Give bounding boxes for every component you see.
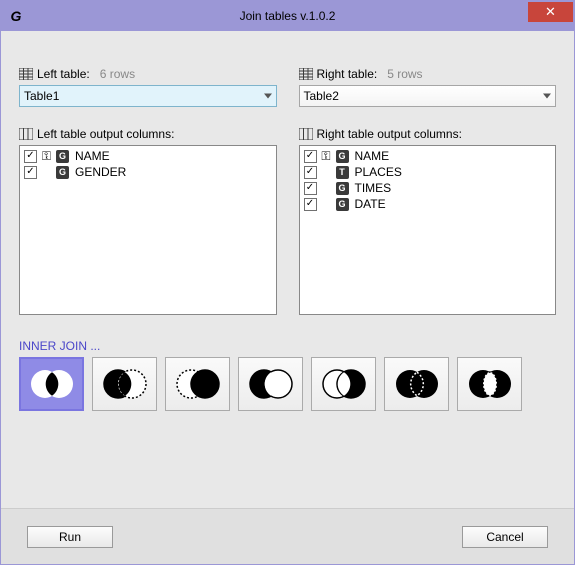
join-option-inner-join[interactable] <box>19 357 84 411</box>
column-name: PLACES <box>355 165 402 179</box>
column-name: TIMES <box>355 181 392 195</box>
right-table-select[interactable]: Table2 <box>299 85 557 107</box>
right-columns-section: Right table output columns: ✓⚿GNAME✓TPLA… <box>299 107 557 315</box>
join-type-row <box>19 357 556 411</box>
column-checkbox[interactable]: ✓ <box>304 166 317 179</box>
type-badge: G <box>56 150 69 163</box>
left-table-section: Left table: 6 rows Table1 <box>19 47 277 107</box>
type-badge: G <box>336 150 349 163</box>
right-columns-label-row: Right table output columns: <box>299 127 557 141</box>
left-columns-list[interactable]: ✓⚿G NAME ✓ G GENDER <box>19 145 277 315</box>
type-badge: T <box>336 166 349 179</box>
chevron-down-icon <box>543 94 551 99</box>
chevron-down-icon <box>264 94 272 99</box>
app-icon: G <box>1 8 31 24</box>
column-name: DATE <box>355 197 386 211</box>
right-row-count: 5 rows <box>387 67 422 81</box>
left-row-count: 6 rows <box>100 67 135 81</box>
join-option-left-only[interactable] <box>238 357 303 411</box>
column-row[interactable]: ✓ G DATE <box>304 196 552 212</box>
left-table-select[interactable]: Table1 <box>19 85 277 107</box>
run-button[interactable]: Run <box>27 526 113 548</box>
footer: Run Cancel <box>1 508 574 564</box>
join-option-left-join[interactable] <box>92 357 157 411</box>
table-select-row: Left table: 6 rows Table1 Right table: 5… <box>19 47 556 107</box>
left-columns-label-row: Left table output columns: <box>19 127 277 141</box>
column-checkbox[interactable]: ✓ <box>304 150 317 163</box>
column-checkbox[interactable]: ✓ <box>304 198 317 211</box>
columns-icon <box>299 128 313 140</box>
key-icon: ⚿ <box>320 149 333 164</box>
join-option-right-join[interactable] <box>165 357 230 411</box>
columns-row: Left table output columns: ✓⚿GNAME✓GGEND… <box>19 107 556 315</box>
right-table-label-row: Right table: 5 rows <box>299 67 557 81</box>
column-checkbox[interactable]: ✓ <box>24 150 37 163</box>
column-row[interactable]: ✓ G GENDER <box>24 164 272 180</box>
join-option-right-only[interactable] <box>311 357 376 411</box>
type-badge: G <box>56 166 69 179</box>
left-table-label-row: Left table: 6 rows <box>19 67 277 81</box>
left-columns-section: Left table output columns: ✓⚿G NAME ✓ G GEND… <box>19 107 277 315</box>
join-type-label: INNER JOIN ... <box>19 339 556 353</box>
close-button[interactable]: ✕ <box>528 2 573 22</box>
column-name: NAME <box>75 149 110 163</box>
window: G Join tables v.1.0.2 ✕ Left table: 6 ro… <box>0 0 575 565</box>
key-icon: ⚿ <box>40 149 53 164</box>
column-row[interactable]: ✓⚿G NAME <box>24 148 272 164</box>
type-badge: G <box>336 198 349 211</box>
column-name: NAME <box>355 149 390 163</box>
column-row[interactable]: ✓ G TIMES <box>304 180 552 196</box>
column-checkbox[interactable]: ✓ <box>24 166 37 179</box>
window-title: Join tables v.1.0.2 <box>1 9 574 23</box>
left-table-selected: Table1 <box>24 89 59 103</box>
left-columns-label: Left table output columns: <box>37 127 174 141</box>
right-table-selected: Table2 <box>304 89 339 103</box>
right-table-section: Right table: 5 rows Table2 <box>299 47 557 107</box>
column-name: GENDER <box>75 165 126 179</box>
type-badge: G <box>336 182 349 195</box>
table-icon <box>299 68 313 80</box>
column-checkbox[interactable]: ✓ <box>304 182 317 195</box>
left-table-label: Left table: <box>37 67 90 81</box>
columns-icon <box>19 128 33 140</box>
column-row[interactable]: ✓ T PLACES <box>304 164 552 180</box>
right-columns-label: Right table output columns: <box>317 127 462 141</box>
right-columns-list[interactable]: ✓⚿GNAME✓TPLACES✓GTIMES✓GDATE <box>299 145 557 315</box>
titlebar: G Join tables v.1.0.2 ✕ <box>1 1 574 31</box>
join-option-outer-join[interactable] <box>384 357 449 411</box>
join-option-outer-excl[interactable] <box>457 357 522 411</box>
column-row[interactable]: ✓⚿G NAME <box>304 148 552 164</box>
cancel-button[interactable]: Cancel <box>462 526 548 548</box>
table-icon <box>19 68 33 80</box>
right-table-label: Right table: <box>317 67 378 81</box>
content-area: Left table: 6 rows Table1 Right table: 5… <box>1 31 574 508</box>
